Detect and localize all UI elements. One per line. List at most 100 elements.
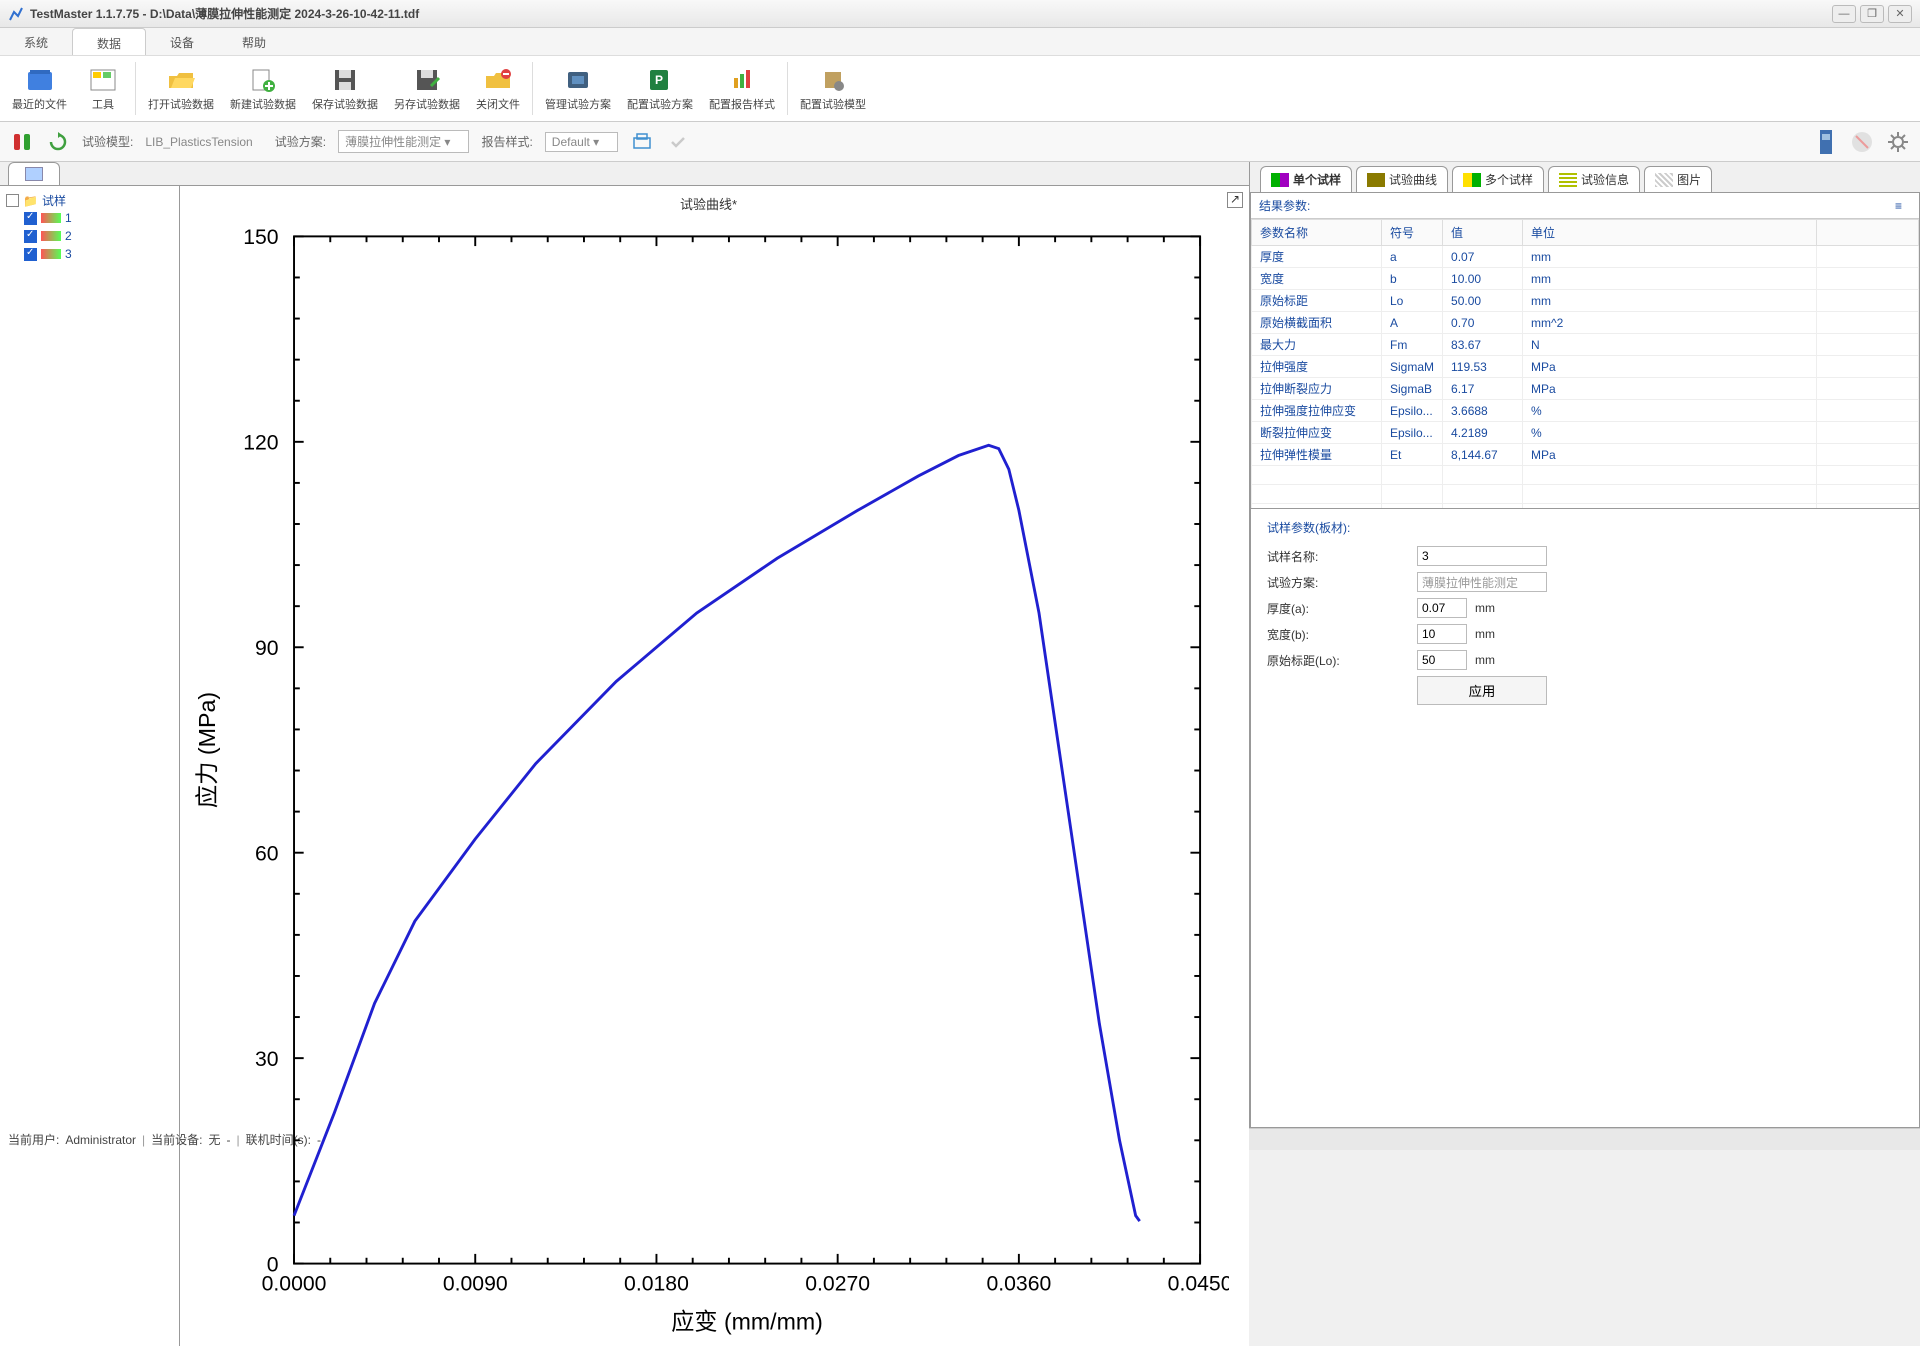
svg-text:150: 150: [243, 225, 278, 249]
table-row[interactable]: 厚度a0.07mm: [1252, 246, 1919, 268]
svg-text:0.0270: 0.0270: [805, 1272, 870, 1296]
apply-button[interactable]: 应用: [1417, 676, 1547, 705]
table-row[interactable]: 拉伸断裂应力SigmaB6.17MPa: [1252, 378, 1919, 400]
sample-name-label: 试样名称:: [1267, 548, 1417, 565]
new-data-button[interactable]: 新建试验数据: [222, 58, 304, 119]
sample-scheme-label: 试验方案:: [1267, 574, 1417, 591]
svg-text:90: 90: [255, 636, 279, 660]
sample-icon: [41, 231, 61, 241]
config-model-button[interactable]: 配置试验模型: [792, 58, 874, 119]
col-symbol[interactable]: 符号: [1382, 220, 1443, 246]
window-title: TestMaster 1.1.7.75 - D:\Data\薄膜拉伸性能测定 2…: [30, 5, 1832, 22]
table-row[interactable]: 拉伸弹性模量Et8,144.67MPa: [1252, 444, 1919, 466]
multi-sample-icon: [1463, 173, 1481, 187]
close-file-button[interactable]: 关闭文件: [468, 58, 528, 119]
tree-item[interactable]: 2: [6, 227, 173, 245]
minimize-button[interactable]: —: [1832, 5, 1856, 23]
col-unit[interactable]: 单位: [1523, 220, 1817, 246]
width-unit: mm: [1475, 627, 1495, 641]
gauge-input[interactable]: [1417, 650, 1467, 670]
report-label: 报告样式:: [481, 133, 532, 150]
svg-text:0.0450: 0.0450: [1168, 1272, 1229, 1296]
right-tab-strip: 单个试样 试验曲线 多个试样 试验信息 图片: [1250, 162, 1920, 192]
image-icon: [1655, 173, 1673, 187]
new-file-icon: [247, 66, 279, 94]
table-row[interactable]: 原始横截面积A0.70mm^2: [1252, 312, 1919, 334]
left-tab-strip: [0, 162, 1249, 185]
tree-item[interactable]: 3: [6, 245, 173, 263]
config-report-button[interactable]: 配置报告样式: [701, 58, 783, 119]
tab-info[interactable]: 试验信息: [1548, 166, 1640, 192]
context-bar: 试验模型: LIB_PlasticsTension 试验方案: 薄膜拉伸性能测定…: [0, 122, 1920, 162]
tab-multi-sample[interactable]: 多个试样: [1452, 166, 1544, 192]
scheme-select[interactable]: 薄膜拉伸性能测定 ▾: [338, 130, 469, 153]
thickness-unit: mm: [1475, 601, 1495, 615]
col-value[interactable]: 值: [1443, 220, 1523, 246]
chart-title: 试验曲线*: [188, 194, 1229, 213]
single-sample-icon: [1271, 173, 1289, 187]
table-row[interactable]: 最大力Fm83.67N: [1252, 334, 1919, 356]
menu-device[interactable]: 设备: [146, 28, 218, 55]
root-checkbox[interactable]: [6, 194, 19, 207]
tab-curve[interactable]: 试验曲线: [1356, 166, 1448, 192]
device-icon[interactable]: [1814, 130, 1838, 154]
menu-bar: 系统 数据 设备 帮助: [0, 28, 1920, 56]
close-button[interactable]: ✕: [1888, 5, 1912, 23]
left-pane-tab[interactable]: [8, 162, 60, 185]
results-table: 参数名称 符号 值 单位 厚度a0.07mm宽度b10.00mm原始标距Lo50…: [1251, 219, 1919, 509]
config-scheme-button[interactable]: P 配置试验方案: [619, 58, 701, 119]
config-report-icon: [726, 66, 758, 94]
save-data-button[interactable]: 保存试验数据: [304, 58, 386, 119]
sample-name-input[interactable]: [1417, 546, 1547, 566]
thickness-input[interactable]: [1417, 598, 1467, 618]
tab-image[interactable]: 图片: [1644, 166, 1712, 192]
tree-checkbox[interactable]: [24, 230, 37, 243]
table-row[interactable]: 拉伸强度拉伸应变Epsilo...3.6688%: [1252, 400, 1919, 422]
chart-area: ↗ 试验曲线* 03060901201500.00000.00900.01800…: [180, 186, 1249, 1346]
status-user-value: Administrator: [65, 1133, 136, 1147]
sample-params-header: 试样参数(板材):: [1267, 519, 1903, 536]
table-row[interactable]: 拉伸强度SigmaM119.53MPa: [1252, 356, 1919, 378]
tab-single-sample[interactable]: 单个试样: [1260, 166, 1352, 192]
tools-button[interactable]: 工具: [75, 58, 131, 119]
sample-icon: [41, 249, 61, 259]
menu-data[interactable]: 数据: [72, 28, 146, 55]
check-icon[interactable]: [666, 130, 690, 154]
maximize-button[interactable]: ❐: [1860, 5, 1884, 23]
width-input[interactable]: [1417, 624, 1467, 644]
toolbar: 最近的文件 工具 打开试验数据 新建试验数据 保存试验数据 另存试验数据 关闭文…: [0, 56, 1920, 122]
refresh-icon[interactable]: [46, 130, 70, 154]
red-green-indicator-icon[interactable]: [10, 130, 34, 154]
menu-help[interactable]: 帮助: [218, 28, 290, 55]
col-blank: [1817, 220, 1919, 246]
table-row[interactable]: 原始标距Lo50.00mm: [1252, 290, 1919, 312]
menu-system[interactable]: 系统: [0, 28, 72, 55]
tree-checkbox[interactable]: [24, 212, 37, 225]
svg-text:0.0000: 0.0000: [262, 1272, 327, 1296]
chart-expand-button[interactable]: ↗: [1227, 192, 1243, 208]
settings-icon[interactable]: [1886, 130, 1910, 154]
results-menu-button[interactable]: ≡: [1895, 199, 1911, 213]
print-icon[interactable]: [630, 130, 654, 154]
tree-item[interactable]: 1: [6, 209, 173, 227]
chart-plot: 03060901201500.00000.00900.01800.02700.0…: [188, 217, 1229, 1341]
table-row[interactable]: 宽度b10.00mm: [1252, 268, 1919, 290]
sample-icon: [41, 213, 61, 223]
sample-tree: 📁 试样 123: [0, 186, 180, 1346]
svg-text:应变 (mm/mm): 应变 (mm/mm): [671, 1308, 823, 1334]
svg-text:0.0360: 0.0360: [986, 1272, 1051, 1296]
close-file-icon: [482, 66, 514, 94]
svg-text:P: P: [655, 73, 663, 87]
curve-icon: [1367, 173, 1385, 187]
tree-root[interactable]: 📁 试样: [6, 192, 173, 209]
tree-checkbox[interactable]: [24, 248, 37, 261]
disconnect-icon[interactable]: [1850, 130, 1874, 154]
col-name[interactable]: 参数名称: [1252, 220, 1382, 246]
open-data-button[interactable]: 打开试验数据: [140, 58, 222, 119]
manage-scheme-button[interactable]: 管理试验方案: [537, 58, 619, 119]
svg-text:应力 (MPa): 应力 (MPa): [194, 692, 220, 808]
saveas-data-button[interactable]: 另存试验数据: [386, 58, 468, 119]
report-select[interactable]: Default ▾: [545, 132, 618, 152]
recent-files-button[interactable]: 最近的文件: [4, 58, 75, 119]
table-row[interactable]: 断裂拉伸应变Epsilo...4.2189%: [1252, 422, 1919, 444]
